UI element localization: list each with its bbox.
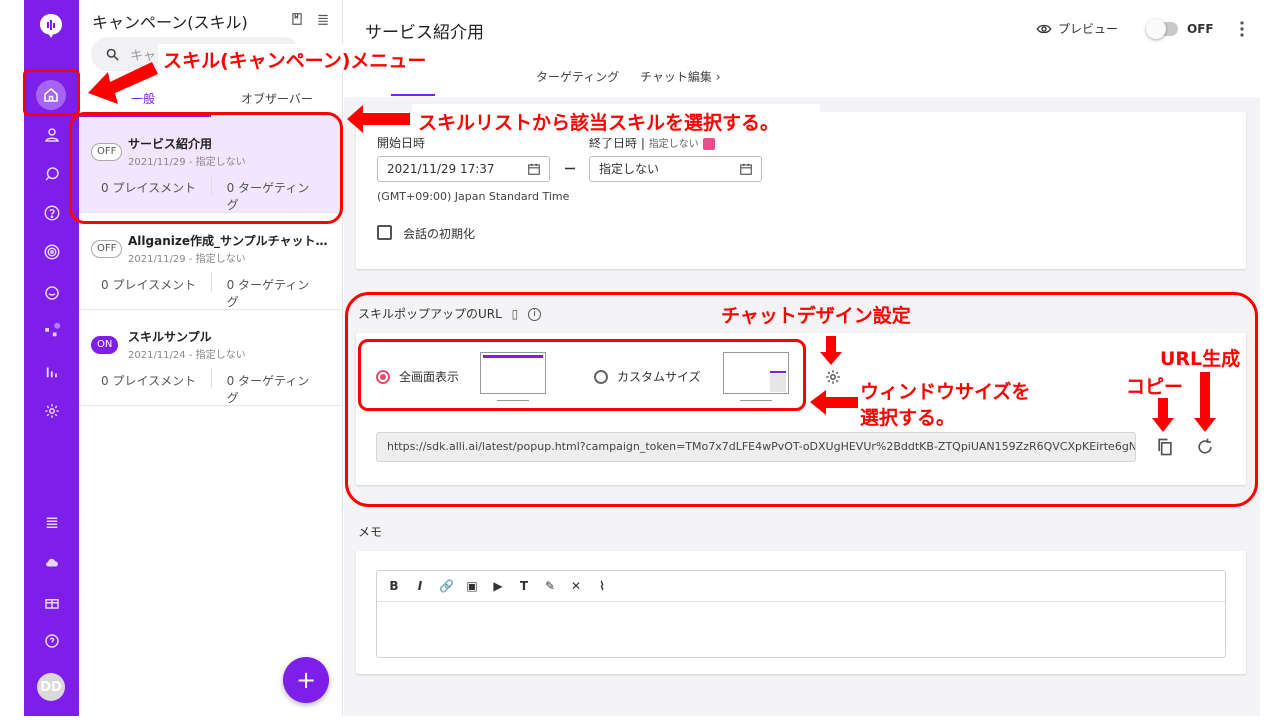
chevron-right-icon: › <box>715 70 721 84</box>
skill-item[interactable]: OFF Allganize作成_サンプルチャットフ... 2021/11/29 … <box>79 214 343 310</box>
link-icon[interactable]: 🔗 <box>439 579 454 593</box>
panel-title: キャンペーン(スキル) <box>92 13 248 32</box>
more-vert-icon[interactable] <box>1234 20 1250 38</box>
chat-bubble-logo-icon[interactable] <box>38 12 64 40</box>
annotation-box-skill <box>69 112 343 224</box>
bar-chart-icon[interactable] <box>24 357 79 387</box>
annotation-window-size-1: ウィンドウサイズを <box>860 381 1031 403</box>
book-icon[interactable] <box>290 12 304 26</box>
eye-icon <box>1036 24 1052 33</box>
end-date-value: 指定しない <box>599 162 660 176</box>
calendar-icon[interactable] <box>527 162 541 176</box>
editor-toolbar: B I 🔗 ▣ ▶ T ✎ ✕ ⌇ <box>377 571 1225 602</box>
skill-list-panel: キャンペーン(スキル) キャ 一般 オブザーバー OFF サービス紹介用 202… <box>79 0 343 716</box>
bold-icon[interactable]: B <box>387 579 401 593</box>
video-icon[interactable]: ▶ <box>491 579 505 593</box>
toggle-knob <box>1146 19 1166 39</box>
page-title: サービス紹介用 <box>365 23 484 43</box>
tab-chat-edit[interactable]: チャット編集 › <box>640 68 721 85</box>
active-toggle[interactable] <box>1146 19 1178 39</box>
annotation-skill-menu: スキル(キャンペーン)メニュー <box>163 50 427 72</box>
skill-name: スキルサンプル <box>128 330 212 344</box>
annotation-box-window-size <box>358 339 806 411</box>
placement-count: 0 プレイスメント <box>101 278 197 292</box>
tab-chat-edit-label: チャット編集 <box>640 70 712 84</box>
placement-count: 0 プレイスメント <box>101 374 197 388</box>
toggle-label: OFF <box>1187 22 1214 36</box>
gift-icon[interactable] <box>24 587 79 617</box>
search-placeholder: キャ <box>130 48 157 64</box>
annotation-copy: コピー <box>1126 376 1184 398</box>
calendar-icon[interactable] <box>739 162 753 176</box>
memo-label: メモ <box>358 525 383 539</box>
end-unspecified-checkbox[interactable] <box>702 137 715 150</box>
preview-label: プレビュー <box>1058 22 1119 36</box>
panel-tools <box>290 12 330 26</box>
skill-item[interactable]: ON スキルサンプル 2021/11/24 - 指定しない 0 プレイスメント … <box>79 310 343 406</box>
skill-stats: 0 プレイスメント 0 ターゲティング <box>101 272 321 310</box>
start-date-value: 2021/11/29 17:37 <box>387 162 495 176</box>
skill-date: 2021/11/24 - 指定しない <box>128 350 246 361</box>
add-skill-button[interactable]: + <box>283 657 329 703</box>
annotation-url-generate: URL生成 <box>1160 348 1241 370</box>
reset-conversation-label: 会話の初期化 <box>403 227 476 241</box>
annotation-box-home <box>23 69 80 116</box>
tab-general[interactable]: 一般 <box>131 90 155 107</box>
stats-divider <box>211 272 212 292</box>
skill-stats: 0 プレイスメント 0 ターゲティング <box>101 368 321 406</box>
menu-list-icon[interactable] <box>24 507 79 537</box>
chat-icon[interactable] <box>24 278 79 308</box>
date-separator: ー <box>564 162 577 176</box>
tab-indicator <box>391 94 435 96</box>
clear-format-icon[interactable]: ✕ <box>569 579 583 593</box>
text-size-icon[interactable]: T <box>517 579 531 593</box>
list-icon[interactable] <box>316 12 330 26</box>
list-tabs: 一般 オブザーバー <box>79 82 343 117</box>
skill-name: Allganize作成_サンプルチャットフ... <box>128 234 328 248</box>
attach-icon[interactable]: ⌇ <box>595 579 609 593</box>
avatar[interactable]: DD <box>37 673 65 701</box>
screen: DD キャンペーン(スキル) キャ 一般 オブザーバー OFF サービス紹介用 … <box>0 0 1280 720</box>
tab-observer[interactable]: オブザーバー <box>241 90 313 107</box>
color-picker-icon[interactable]: ✎ <box>543 579 557 593</box>
target-icon[interactable] <box>24 237 79 267</box>
stats-divider <box>211 368 212 388</box>
memo-editor[interactable]: B I 🔗 ▣ ▶ T ✎ ✕ ⌇ <box>376 570 1226 658</box>
image-icon[interactable]: ▣ <box>465 579 479 593</box>
cloud-download-icon[interactable] <box>24 547 79 577</box>
targeting-count: 0 ターゲティング <box>226 278 310 309</box>
main-header: サービス紹介用 プレビュー OFF ターゲティング チャット編集 › <box>344 0 1260 97</box>
italic-icon[interactable]: I <box>413 579 427 593</box>
tab-targeting[interactable]: ターゲティング <box>536 68 619 85</box>
annotation-chat-design: チャットデザイン設定 <box>721 305 911 327</box>
start-date-field[interactable]: 2021/11/29 17:37 <box>377 156 550 182</box>
search-icon <box>106 48 119 61</box>
targeting-count: 0 ターゲティング <box>226 374 310 405</box>
annotation-select-skill: スキルリストから該当スキルを選択する。 <box>418 112 780 134</box>
preview-button[interactable]: プレビュー <box>1036 20 1118 37</box>
reset-conversation-checkbox[interactable] <box>377 225 392 240</box>
flow-icon[interactable] <box>24 316 79 346</box>
annotation-window-size-2: 選択する。 <box>860 407 956 429</box>
end-date-field[interactable]: 指定しない <box>589 156 762 182</box>
end-unspecified-text: 指定しない <box>648 139 699 150</box>
end-label-text: 終了日時 <box>589 136 638 150</box>
question-icon[interactable] <box>24 626 79 656</box>
status-badge[interactable]: OFF <box>91 240 123 258</box>
timezone-text: (GMT+09:00) Japan Standard Time <box>377 190 570 203</box>
skill-date: 2021/11/29 - 指定しない <box>128 254 246 265</box>
status-badge[interactable]: ON <box>91 336 119 354</box>
gear-icon[interactable] <box>24 396 79 426</box>
